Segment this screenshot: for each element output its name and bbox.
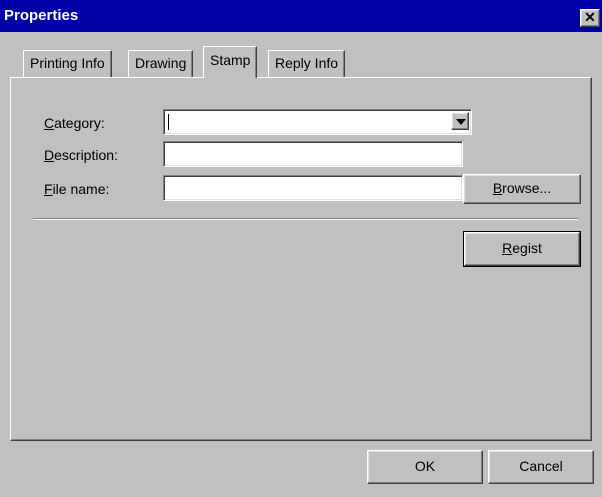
tab-label: Stamp <box>210 52 251 68</box>
window-title: Properties <box>4 7 79 24</box>
cancel-button[interactable]: Cancel <box>488 450 594 484</box>
category-dropdown[interactable] <box>163 109 472 135</box>
description-label: Description: <box>44 147 118 163</box>
title-bar: Properties ✕ <box>0 0 602 32</box>
tab-label: Printing Info <box>30 55 105 71</box>
category-label: Category: <box>44 115 105 131</box>
tab-label: Drawing <box>135 55 187 71</box>
tab-reply-info[interactable]: Reply Info <box>268 50 346 78</box>
ok-button[interactable]: OK <box>367 450 483 484</box>
text-caret <box>168 114 169 130</box>
file-name-label: File name: <box>44 181 110 197</box>
tab-stamp[interactable]: Stamp <box>203 46 258 78</box>
description-field[interactable] <box>163 141 463 167</box>
close-button[interactable]: ✕ <box>580 9 600 27</box>
browse-button[interactable]: Browse... <box>463 174 581 204</box>
chevron-down-icon[interactable] <box>451 112 469 130</box>
divider <box>33 218 578 220</box>
tab-label: Reply Info <box>275 55 339 71</box>
tab-printing-info[interactable]: Printing Info <box>23 50 112 78</box>
file-name-field[interactable] <box>163 175 463 201</box>
close-icon: ✕ <box>584 9 596 25</box>
regist-button[interactable]: Regist <box>463 231 581 267</box>
tab-drawing[interactable]: Drawing <box>128 50 194 78</box>
